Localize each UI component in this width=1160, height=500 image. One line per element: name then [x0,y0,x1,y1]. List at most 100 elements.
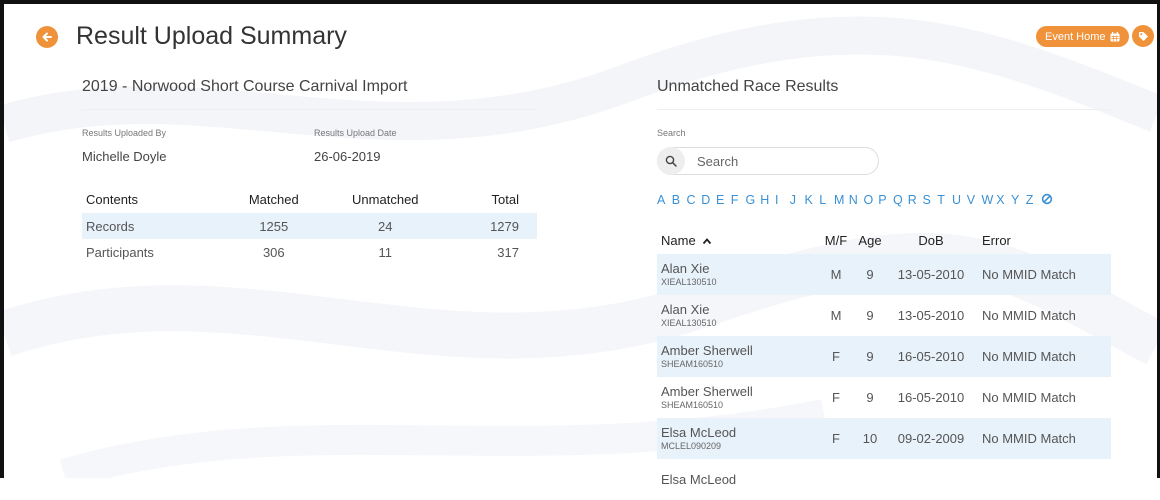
table-row[interactable]: Amber Sherwell SHEAM160510 F 9 16-05-201… [657,377,1111,418]
error-column-header: Error [982,232,1011,248]
window-left-border [0,0,4,478]
letter-filter[interactable]: J [790,193,805,207]
dob-cell: 13-05-2010 [885,254,977,295]
table-row[interactable]: Elsa McLeod [657,459,1111,500]
letter-filter[interactable]: Q [893,193,908,207]
age-cell: 9 [866,308,874,323]
table-row[interactable]: Alan Xie XIEAL130510 M 9 13-05-2010 No M… [657,254,1111,295]
letter-filter[interactable]: F [731,193,746,207]
letter-filter[interactable]: W [982,193,997,207]
gender-cell [817,459,855,500]
back-button[interactable] [36,26,58,48]
table-row: Participants 306 11 317 [82,239,537,265]
error-cell: No MMID Match [982,308,1076,323]
age-column-header: Age [858,232,882,248]
dob-cell: 16-05-2010 [897,390,965,405]
total-count: 317 [497,244,519,260]
search-input[interactable] [695,152,859,170]
letter-filter[interactable]: S [923,193,938,207]
name-header-label: Name [661,232,696,248]
contents-header: Contents [86,192,139,207]
contents-header-row: Contents Matched Unmatched Total [82,186,537,213]
dob-cell: 16-05-2010 [885,336,977,377]
dob-column-header: DoB [918,232,944,248]
dob-cell: 13-05-2010 [897,308,965,323]
participant-name: Elsa McLeod [661,472,737,487]
letter-filter[interactable]: L [819,193,834,207]
name-cell: Alan Xie XIEAL130510 [657,295,817,336]
participant-id: SHEAM160510 [661,358,724,369]
letter-filter[interactable]: V [967,193,982,207]
error-cell [977,459,1111,500]
name-cell: Elsa McLeod MCLEL090209 [657,418,817,459]
participant-id: MCLEL090209 [661,440,722,451]
letter-filter[interactable]: U [952,193,967,207]
chevron-up-icon [703,237,712,244]
total-header: Total [491,192,519,207]
table-row[interactable]: Amber Sherwell SHEAM160510 F 9 16-05-201… [657,336,1111,377]
name-cell: Elsa McLeod [657,459,817,500]
window-top-border [0,0,1160,4]
matched-count: 306 [262,244,285,260]
letter-filter[interactable]: T [937,193,952,207]
divider [82,109,537,110]
participant-name: Elsa McLeod [661,424,737,440]
import-title: 2019 - Norwood Short Course Carnival Imp… [82,78,408,95]
error-cell: No MMID Match [977,254,1111,295]
gender-cell: F [832,390,840,405]
letter-filter[interactable]: E [716,193,731,207]
search-button[interactable] [657,147,685,175]
error-cell: No MMID Match [982,390,1076,405]
age-cell: 9 [855,336,885,377]
unmatched-title: Unmatched Race Results [657,78,839,95]
letter-filter[interactable]: D [701,193,716,207]
letter-filter[interactable]: X [996,193,1011,207]
letter-filter[interactable]: N [849,193,864,207]
age-cell: 10 [855,418,885,459]
letter-filter[interactable]: B [672,193,687,207]
matched-header: Matched [248,192,299,207]
tag-button[interactable] [1132,25,1154,47]
age-cell [855,459,885,500]
unmatched-count: 11 [378,244,393,260]
upload-date-label: Results Upload Date [314,128,397,138]
contents-table: Contents Matched Unmatched Total Records… [82,186,537,265]
letter-filter[interactable]: K [805,193,820,207]
error-cell: No MMID Match [977,336,1111,377]
letter-filter[interactable]: G [746,193,761,207]
unmatched-results-table: Name M/F Age DoB Error Alan Xie XIEAL130… [657,226,1111,500]
uploaded-by-label: Results Uploaded By [82,128,167,138]
letter-filter[interactable]: P [878,193,893,207]
letter-filter[interactable]: R [908,193,923,207]
participant-id: SHEAM160510 [661,399,724,410]
row-label: Records [82,213,226,239]
age-cell: 9 [855,254,885,295]
participant-name: Amber Sherwell [661,342,753,358]
letter-filter[interactable]: O [864,193,879,207]
name-column-header[interactable]: Name [657,226,817,254]
dob-cell: 09-02-2009 [885,418,977,459]
search-box [657,147,879,175]
clear-filter-icon[interactable] [1041,193,1053,205]
name-cell: Alan Xie XIEAL130510 [657,254,817,295]
table-row[interactable]: Alan Xie XIEAL130510 M 9 13-05-2010 No M… [657,295,1111,336]
letter-filter[interactable]: Y [1011,193,1026,207]
calendar-icon [1110,31,1120,41]
letter-filter[interactable]: Z [1026,193,1041,207]
letter-filter[interactable]: H [760,193,775,207]
letter-filter[interactable]: M [834,193,849,207]
letter-filter[interactable]: I [775,193,790,207]
matched-count: 1255 [226,213,322,239]
name-cell: Amber Sherwell SHEAM160510 [657,377,817,418]
error-cell: No MMID Match [977,418,1111,459]
event-home-button[interactable]: Event Home [1036,26,1129,47]
total-count: 1279 [449,213,537,239]
dob-cell [885,459,977,500]
letter-filter[interactable]: A [657,193,672,207]
arrow-left-icon [42,32,52,42]
participant-name: Alan Xie [661,260,710,276]
results-header-row: Name M/F Age DoB Error [657,226,1111,254]
search-label: Search [657,128,686,138]
letter-filter[interactable]: C [687,193,702,207]
table-row[interactable]: Elsa McLeod MCLEL090209 F 10 09-02-2009 … [657,418,1111,459]
